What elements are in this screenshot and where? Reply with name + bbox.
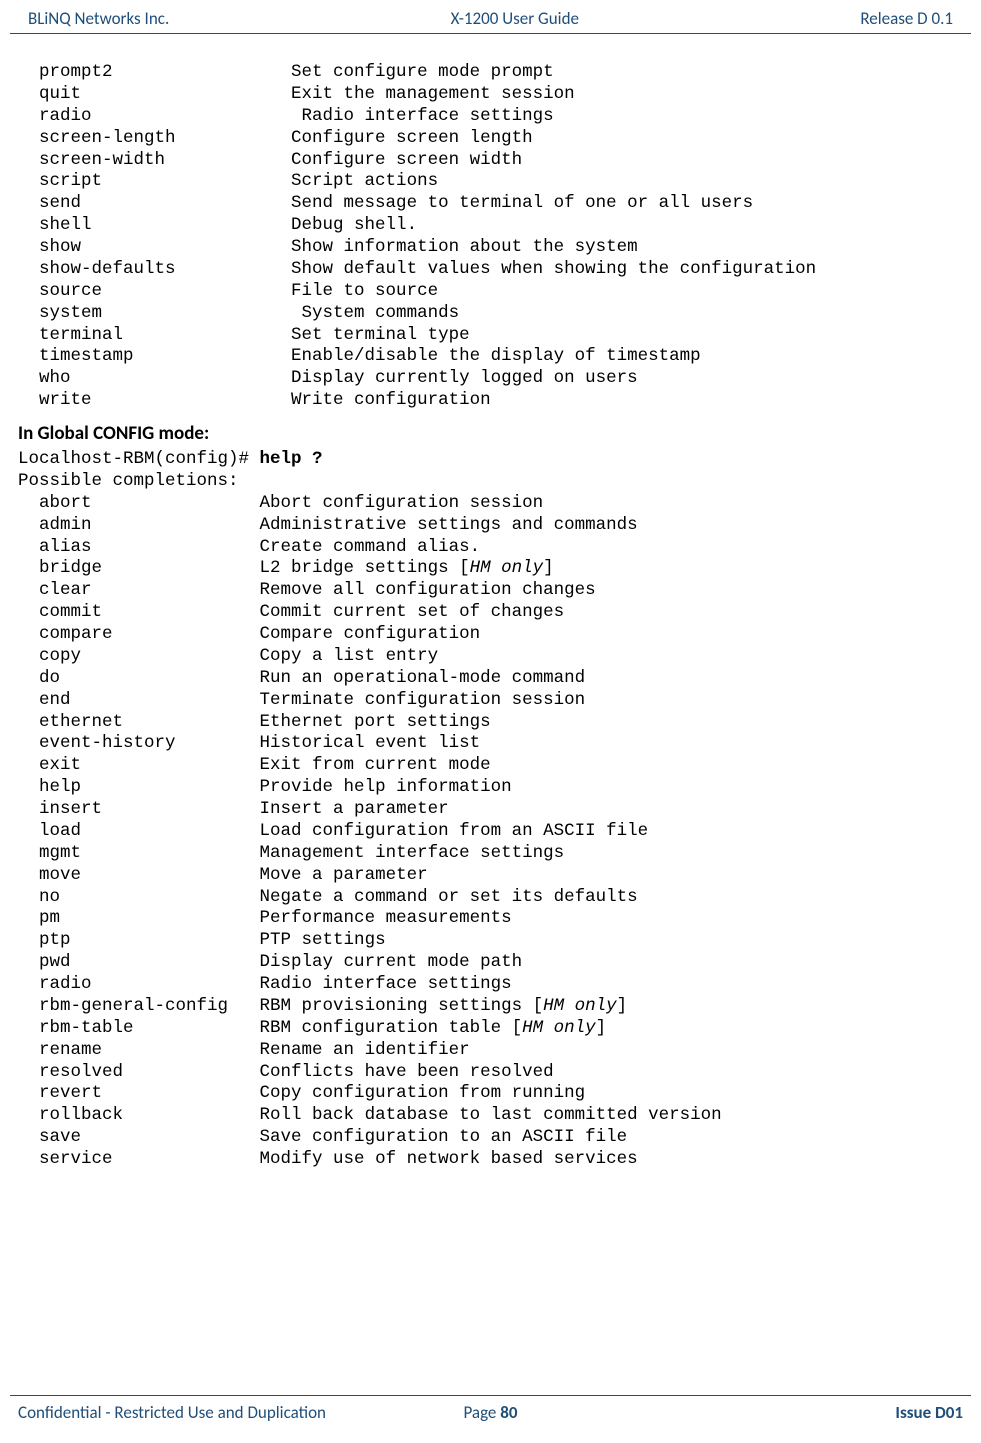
section-heading: In Global CONFIG mode:: [18, 422, 963, 445]
page-footer: Confidential - Restricted Use and Duplic…: [10, 1395, 971, 1443]
command-row: source File to source: [18, 281, 963, 303]
command-row: commit Commit current set of changes: [18, 602, 963, 624]
header-right: Release D 0.1: [860, 8, 953, 29]
command-row: help Provide help information: [18, 777, 963, 799]
command-row: radio Radio interface settings: [18, 106, 963, 128]
command-row: who Display currently logged on users: [18, 368, 963, 390]
command-row: bridge L2 bridge settings [HM only]: [18, 558, 963, 580]
footer-page-number: 80: [500, 1402, 517, 1423]
command-row: no Negate a command or set its defaults: [18, 887, 963, 909]
command-row: timestamp Enable/disable the display of …: [18, 346, 963, 368]
footer-left: Confidential - Restricted Use and Duplic…: [18, 1402, 333, 1423]
command-row: screen-width Configure screen width: [18, 150, 963, 172]
command-row: compare Compare configuration: [18, 624, 963, 646]
command-row: rollback Roll back database to last comm…: [18, 1105, 963, 1127]
command-row: alias Create command alias.: [18, 537, 963, 559]
command-row: clear Remove all configuration changes: [18, 580, 963, 602]
command-row: script Script actions: [18, 171, 963, 193]
command-row: rbm-table RBM configuration table [HM on…: [18, 1018, 963, 1040]
completions-label: Possible completions:: [18, 471, 963, 493]
command-row: screen-length Configure screen length: [18, 128, 963, 150]
command-row: copy Copy a list entry: [18, 646, 963, 668]
command-row: ptp PTP settings: [18, 930, 963, 952]
header-left: BLiNQ Networks Inc.: [28, 8, 169, 29]
command-list-top: prompt2 Set configure mode prompt quit E…: [18, 62, 963, 412]
footer-page-prefix: Page: [464, 1402, 501, 1423]
command-row: save Save configuration to an ASCII file: [18, 1127, 963, 1149]
command-row: mgmt Management interface settings: [18, 843, 963, 865]
command-row: move Move a parameter: [18, 865, 963, 887]
footer-center: Page 80: [333, 1402, 648, 1423]
command-row: rbm-general-config RBM provisioning sett…: [18, 996, 963, 1018]
command-row: service Modify use of network based serv…: [18, 1149, 963, 1171]
page-content: prompt2 Set configure mode prompt quit E…: [0, 34, 981, 1171]
command-row: resolved Conflicts have been resolved: [18, 1062, 963, 1084]
command-row: abort Abort configuration session: [18, 493, 963, 515]
command-row: show Show information about the system: [18, 237, 963, 259]
command-row: end Terminate configuration session: [18, 690, 963, 712]
header-center: X-1200 User Guide: [451, 8, 579, 29]
command-row: ethernet Ethernet port settings: [18, 712, 963, 734]
command-list-config: abort Abort configuration session admin …: [18, 493, 963, 1171]
command-row: revert Copy configuration from running: [18, 1083, 963, 1105]
command-row: system System commands: [18, 303, 963, 325]
command-row: terminal Set terminal type: [18, 325, 963, 347]
prompt-prefix: Localhost-RBM(config)#: [18, 449, 260, 469]
command-row: prompt2 Set configure mode prompt: [18, 62, 963, 84]
command-row: quit Exit the management session: [18, 84, 963, 106]
command-row: pwd Display current mode path: [18, 952, 963, 974]
command-row: rename Rename an identifier: [18, 1040, 963, 1062]
command-row: show-defaults Show default values when s…: [18, 259, 963, 281]
command-row: do Run an operational-mode command: [18, 668, 963, 690]
footer-right: Issue D01: [648, 1402, 963, 1423]
command-row: event-history Historical event list: [18, 733, 963, 755]
page-header: BLiNQ Networks Inc. X-1200 User Guide Re…: [10, 0, 971, 34]
command-row: load Load configuration from an ASCII fi…: [18, 821, 963, 843]
command-row: radio Radio interface settings: [18, 974, 963, 996]
command-row: write Write configuration: [18, 390, 963, 412]
prompt-line: Localhost-RBM(config)# help ?: [18, 449, 963, 471]
command-row: pm Performance measurements: [18, 908, 963, 930]
command-row: admin Administrative settings and comman…: [18, 515, 963, 537]
command-row: shell Debug shell.: [18, 215, 963, 237]
command-row: insert Insert a parameter: [18, 799, 963, 821]
command-row: exit Exit from current mode: [18, 755, 963, 777]
prompt-command: help ?: [260, 449, 323, 469]
command-row: send Send message to terminal of one or …: [18, 193, 963, 215]
